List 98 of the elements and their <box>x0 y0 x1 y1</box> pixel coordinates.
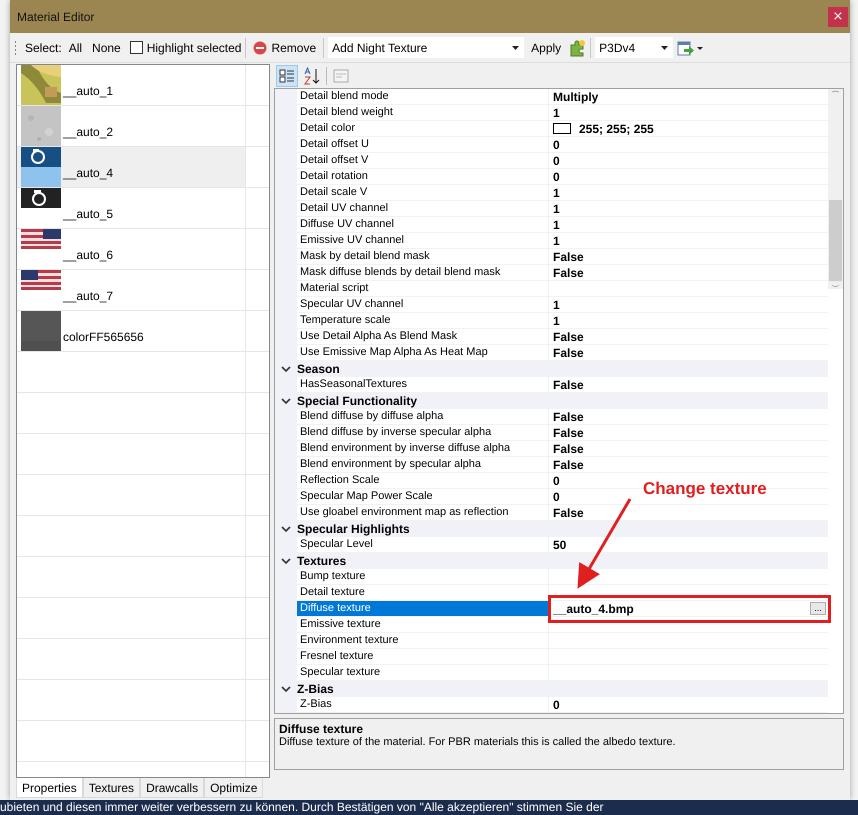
property-name[interactable]: Detail blend mode <box>297 89 549 104</box>
property-value: Multiply <box>553 90 598 104</box>
caret-icon <box>512 46 520 50</box>
property-value: 1 <box>553 106 560 120</box>
property-name[interactable]: Reflection Scale <box>297 473 549 488</box>
property-value: 1 <box>553 218 560 232</box>
remove-icon <box>253 40 268 54</box>
puzzle-icon[interactable] <box>568 38 586 56</box>
property-value: False <box>553 506 584 520</box>
property-name[interactable]: Detail scale V <box>297 185 549 200</box>
annotation-text: Change texture <box>643 479 767 499</box>
property-name[interactable]: Z-Bias <box>297 697 549 712</box>
property-name[interactable]: Detail offset U <box>297 137 549 152</box>
property-name[interactable]: Environment texture <box>297 633 549 648</box>
property-name[interactable]: Emissive UV channel <box>297 233 549 248</box>
scrollbar[interactable] <box>828 89 843 289</box>
toolbar-button[interactable]: All <box>66 38 86 56</box>
property-name[interactable]: Specular UV channel <box>297 297 549 312</box>
export-icon[interactable] <box>677 40 704 56</box>
tab[interactable]: Properties <box>16 778 83 798</box>
property-value: 0 <box>553 154 560 168</box>
property-name[interactable]: Diffuse UV channel <box>297 217 549 232</box>
property-name[interactable]: Detail color <box>297 121 549 136</box>
categorized-view-icon[interactable] <box>276 64 298 86</box>
property-value: False <box>553 266 584 280</box>
chevron-down-icon[interactable] <box>281 558 291 564</box>
texture-dropdown[interactable]: Add Night Texture <box>328 37 524 58</box>
property-value: 0 <box>553 138 560 152</box>
property-value: False <box>553 330 584 344</box>
close-button[interactable]: × <box>828 6 848 26</box>
property-name[interactable]: Specular Level <box>297 537 549 552</box>
property-name[interactable]: Mask diffuse blends by detail blend mask <box>297 265 549 280</box>
property-name[interactable]: Specular Map Power Scale <box>297 489 549 504</box>
category-heading: Specular Highlights <box>297 522 410 536</box>
property-value: False <box>553 410 584 424</box>
property-value: 255; 255; 255 <box>579 122 654 136</box>
property-value: 0 <box>553 170 560 184</box>
property-value: 1 <box>553 202 560 216</box>
chevron-down-icon[interactable] <box>281 686 291 692</box>
property-value: 1 <box>553 234 560 248</box>
cookie-notice-text: ubieten und diesen immer weiter verbessern zu können. Durch Bestätigen von "Alle akzeptieren" stimmen Sie der <box>0 800 604 814</box>
property-name[interactable]: Blend diffuse by inverse specular alpha <box>297 425 549 440</box>
property-value: 1 <box>553 186 560 200</box>
window-title: Material Editor <box>17 10 94 24</box>
property-value: False <box>553 442 584 456</box>
platform-dropdown[interactable]: P3Dv4 <box>595 37 674 58</box>
property-value: 1 <box>553 298 560 312</box>
property-value: False <box>553 250 584 264</box>
select-label: Select: <box>25 40 62 54</box>
highlight-checkbox[interactable]: Highlight selected <box>130 40 242 54</box>
property-name[interactable]: Use Emissive Map Alpha As Heat Map <box>297 345 549 360</box>
property-name[interactable]: Use Detail Alpha As Blend Mask <box>297 329 549 344</box>
property-name[interactable]: Fresnel texture <box>297 649 549 664</box>
property-name[interactable]: Detail UV channel <box>297 201 549 216</box>
grip-icon[interactable] <box>14 40 17 56</box>
property-value: 0 <box>553 698 560 712</box>
category-heading: Season <box>297 362 340 376</box>
property-name[interactable]: Blend environment by specular alpha <box>297 457 549 472</box>
property-value: False <box>553 458 584 472</box>
property-value: 1 <box>553 314 560 328</box>
property-value: 50 <box>553 538 566 552</box>
property-value: False <box>553 426 584 440</box>
apply-button[interactable]: Apply <box>528 38 564 56</box>
tab[interactable]: Optimize <box>204 778 264 798</box>
property-name[interactable]: Detail rotation <box>297 169 549 184</box>
toolbar-button[interactable]: None <box>89 38 124 56</box>
category-heading: Textures <box>297 554 346 568</box>
browse-button[interactable]: ... <box>810 602 826 615</box>
property-name[interactable]: Detail texture <box>297 585 549 600</box>
property-name[interactable]: Material script <box>297 281 549 296</box>
property-name[interactable]: Use gloabel environment map as reflection <box>297 505 549 520</box>
property-name[interactable]: Emissive texture <box>297 617 549 632</box>
property-value: 0 <box>553 474 560 488</box>
description-text: Diffuse texture of the material. For PBR materials this is called the albedo texture. <box>279 736 677 748</box>
chevron-down-icon[interactable] <box>281 526 291 532</box>
property-name[interactable]: Temperature scale <box>297 313 549 328</box>
property-name[interactable]: Bump texture <box>297 569 549 584</box>
chevron-down-icon[interactable] <box>281 398 291 404</box>
property-name[interactable]: Blend diffuse by diffuse alpha <box>297 409 549 424</box>
property-value[interactable]: __auto_4.bmp <box>553 602 634 616</box>
chevron-down-icon[interactable] <box>281 366 291 372</box>
property-name[interactable]: HasSeasonalTextures <box>297 377 549 392</box>
property-name[interactable]: Specular texture <box>297 665 549 680</box>
tab[interactable]: Textures <box>82 778 140 798</box>
property-name[interactable]: Mask by detail blend mask <box>297 249 549 264</box>
description-title: Diffuse texture <box>279 722 364 736</box>
tab[interactable]: Drawcalls <box>140 778 204 798</box>
property-value: False <box>553 346 584 360</box>
property-value: 0 <box>553 490 560 504</box>
category-heading: Z-Bias <box>297 682 334 696</box>
property-name[interactable]: Detail offset V <box>297 153 549 168</box>
property-name[interactable]: Diffuse texture <box>297 601 549 616</box>
property-name[interactable]: Detail blend weight <box>297 105 549 120</box>
property-value: False <box>553 378 584 392</box>
remove-button[interactable]: Remove <box>250 38 320 56</box>
property-name[interactable]: Blend environment by inverse diffuse alpha <box>297 441 549 456</box>
category-heading: Special Functionality <box>297 394 418 408</box>
caret-icon <box>661 46 668 50</box>
